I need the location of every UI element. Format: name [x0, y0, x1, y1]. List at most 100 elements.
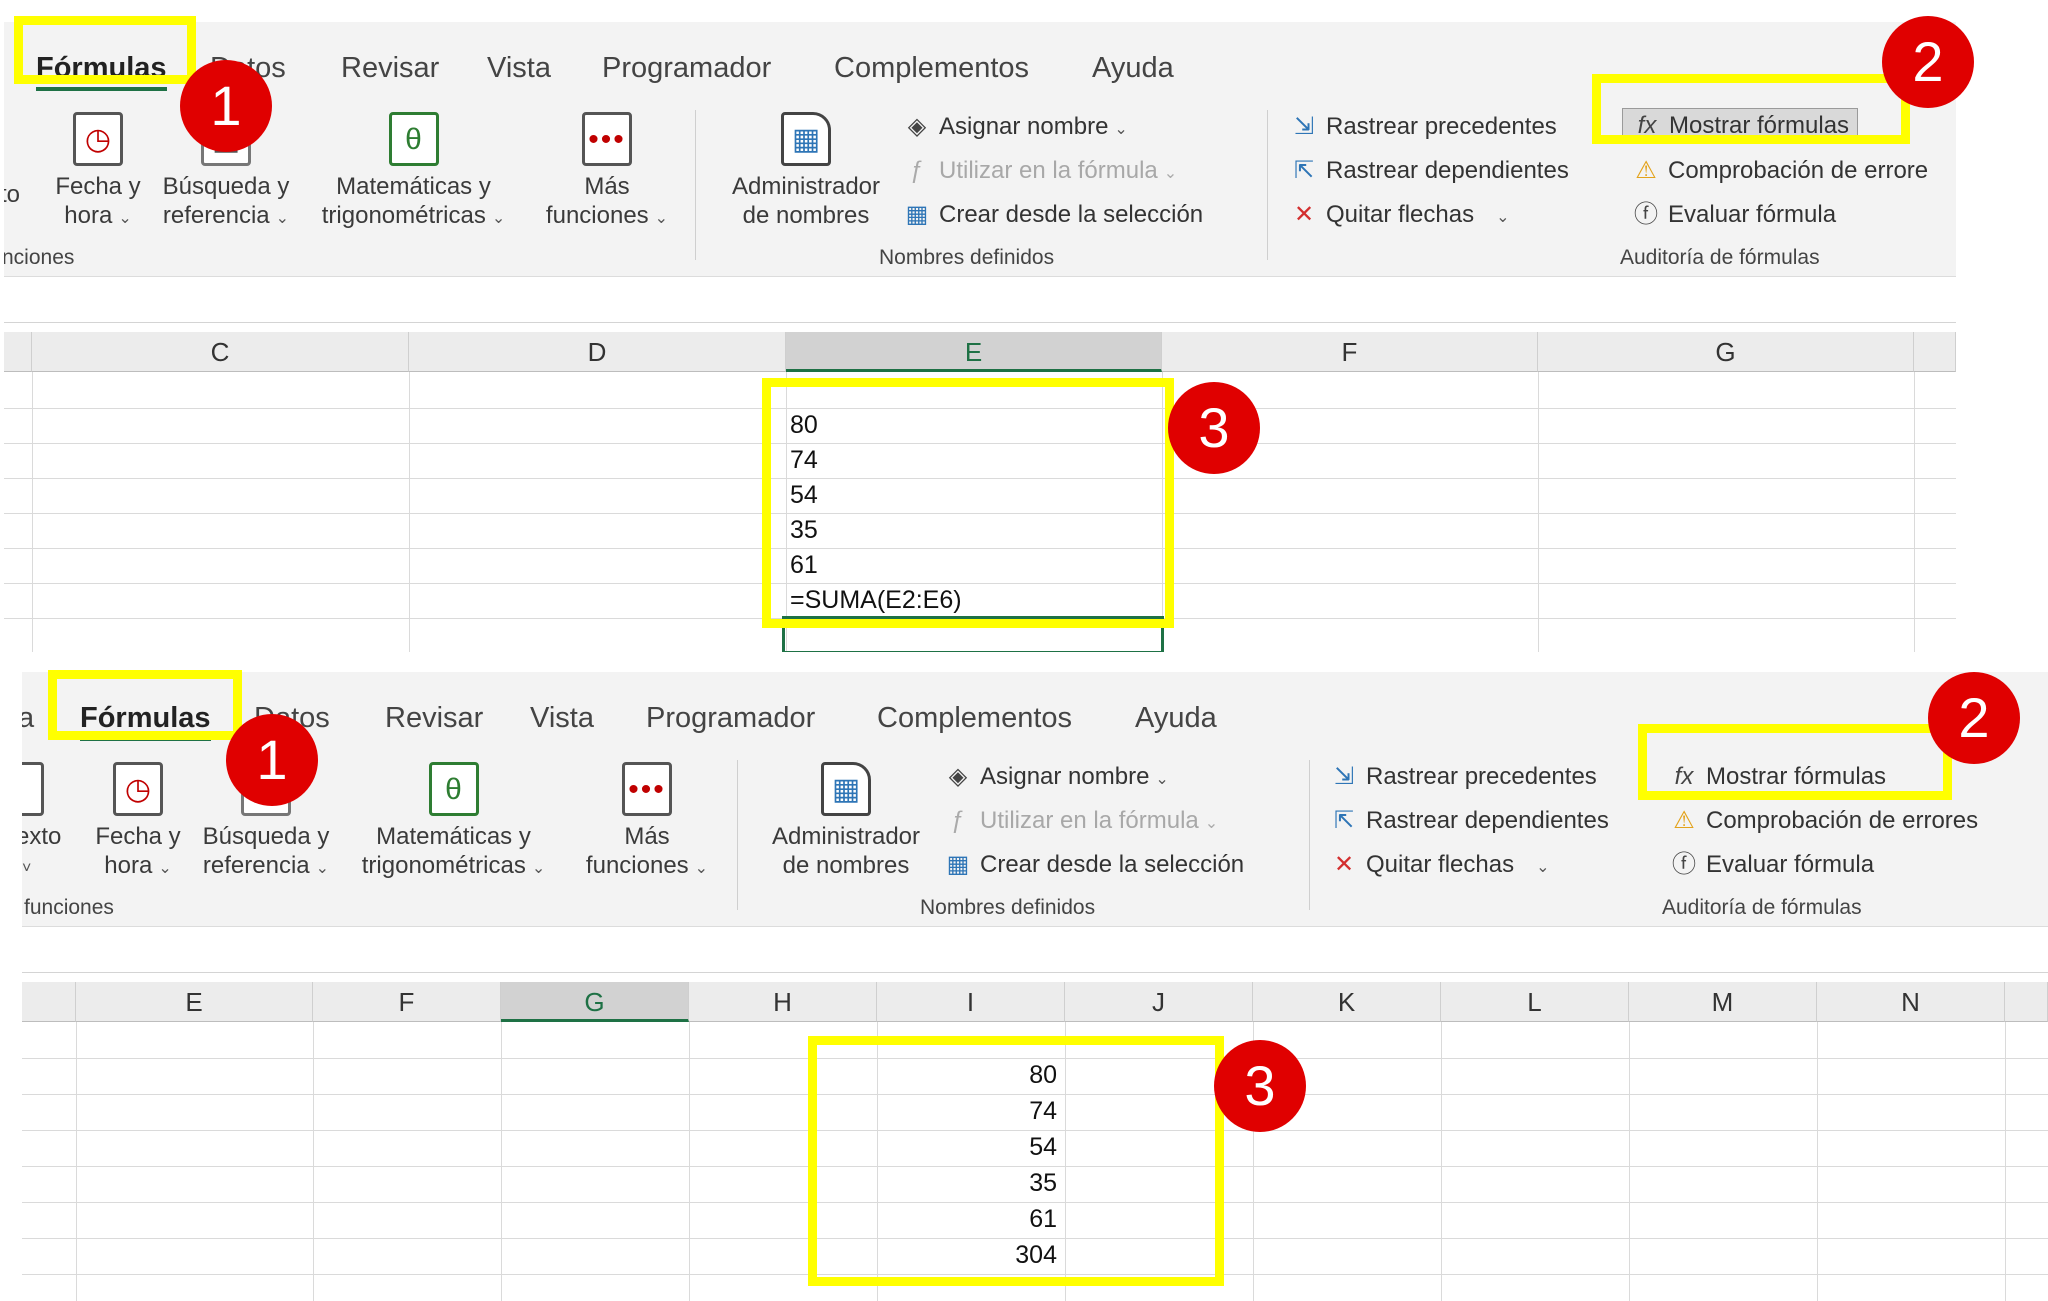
- column-header-partial[interactable]: [4, 332, 32, 372]
- more-functions-icon: •••: [622, 762, 672, 816]
- tag-icon: ◈: [907, 113, 927, 140]
- group-divider: [737, 760, 738, 910]
- text-functions-button-partial[interactable]: A exto˅: [22, 762, 66, 883]
- column-header-m[interactable]: M: [1629, 982, 1817, 1022]
- error-checking-button[interactable]: ⚠ Comprobación de errores: [1668, 806, 1978, 836]
- trace-dependents-button[interactable]: ⇱ Rastrear dependientes: [1288, 156, 1569, 186]
- tag-icon: ◈: [948, 763, 968, 790]
- evaluate-formula-button[interactable]: ⓕ Evaluar fórmula: [1668, 850, 1874, 880]
- highlight-show-formulas-bottom: [1638, 724, 1952, 800]
- create-from-selection-button[interactable]: ▦ Crear desde la selección: [942, 850, 1244, 880]
- error-checking-button[interactable]: ⚠ Comprobación de errore: [1630, 156, 1928, 186]
- group-divider: [1267, 110, 1268, 260]
- step-badge-2-top: 2: [1882, 16, 1974, 108]
- column-header-partial[interactable]: [2005, 982, 2048, 1022]
- highlight-formulas-tab-bottom: [48, 670, 242, 740]
- grid-line: [501, 1022, 502, 1301]
- evaluate-formula-icon: ⓕ: [1634, 201, 1658, 228]
- group-divider: [1309, 760, 1310, 910]
- step-badge-3-top: 3: [1168, 382, 1260, 474]
- more-functions-icon: •••: [582, 112, 632, 166]
- tab-complementos[interactable]: Complementos: [877, 702, 1072, 735]
- step-badge-1-bottom: 1: [226, 714, 318, 806]
- formula-bar-area: [22, 928, 2048, 973]
- remove-arrows-button[interactable]: ✕ Quitar flechas ⌄: [1288, 200, 1510, 233]
- more-functions-button[interactable]: ••• Más funciones ⌄: [572, 762, 722, 883]
- name-manager-icon: ▦: [781, 112, 831, 166]
- tab-complementos[interactable]: Complementos: [834, 52, 1029, 85]
- tab-revisar[interactable]: Revisar: [341, 52, 439, 85]
- tab-vista[interactable]: Vista: [530, 702, 594, 735]
- theta-icon: θ: [388, 112, 439, 166]
- tab-vista[interactable]: Vista: [487, 52, 551, 85]
- evaluate-formula-button[interactable]: ⓕ Evaluar fórmula: [1630, 200, 1836, 230]
- column-header-h[interactable]: H: [689, 982, 877, 1022]
- step-badge-2-bottom: 2: [1928, 672, 2020, 764]
- use-in-formula-button[interactable]: ƒ Utilizar en la fórmula ⌄: [942, 806, 1218, 839]
- column-header-partial[interactable]: [22, 982, 76, 1022]
- table-create-icon: ▦: [905, 201, 929, 228]
- tab-programador[interactable]: Programador: [646, 702, 815, 735]
- grid-line: [313, 1022, 314, 1301]
- column-header-e[interactable]: E: [786, 332, 1162, 372]
- highlight-cells-top: [762, 378, 1174, 628]
- grid-line: [409, 372, 410, 652]
- names-group-label: Nombres definidos: [879, 246, 1055, 269]
- highlight-show-formulas-top: [1592, 74, 1910, 144]
- create-from-selection-button[interactable]: ▦ Crear desde la selección: [901, 200, 1203, 230]
- trace-precedents-button[interactable]: ⇲ Rastrear precedentes: [1328, 762, 1597, 792]
- date-time-button[interactable]: ◷ Fecha y hora ⌄: [88, 762, 188, 883]
- column-header-f[interactable]: F: [313, 982, 501, 1022]
- column-header-j[interactable]: J: [1065, 982, 1253, 1022]
- column-header-partial[interactable]: [1914, 332, 1956, 372]
- functions-group-label: nciones: [4, 246, 75, 269]
- column-header-g[interactable]: G: [1538, 332, 1914, 372]
- column-header-c[interactable]: C: [32, 332, 409, 372]
- evaluate-formula-icon: ⓕ: [1672, 851, 1696, 878]
- date-time-button[interactable]: ◷ Fecha y hora ⌄: [48, 112, 148, 233]
- grid-line: [1441, 1022, 1442, 1301]
- grid-line: [1538, 372, 1539, 652]
- use-in-formula-button[interactable]: ƒ Utilizar en la fórmula ⌄: [901, 156, 1177, 189]
- trace-precedents-button[interactable]: ⇲ Rastrear precedentes: [1288, 112, 1557, 142]
- text-a-icon: A: [22, 762, 44, 816]
- column-header-e[interactable]: E: [76, 982, 313, 1022]
- remove-arrows-button[interactable]: ✕ Quitar flechas ⌄: [1328, 850, 1550, 883]
- trace-dependents-button[interactable]: ⇱ Rastrear dependientes: [1328, 806, 1609, 836]
- highlight-cells-bottom: [808, 1036, 1224, 1286]
- functions-group-label: funciones: [24, 896, 114, 919]
- grid-line: [32, 372, 33, 652]
- column-header-i[interactable]: I: [877, 982, 1065, 1022]
- column-header-g[interactable]: G: [501, 982, 689, 1022]
- theta-icon: θ: [428, 762, 479, 816]
- name-manager-button[interactable]: ▦ Administrador de nombres: [756, 762, 936, 880]
- tab-partial[interactable]: a: [22, 702, 34, 735]
- formula-bar-area: [4, 278, 1956, 323]
- remove-arrows-icon: ✕: [1293, 201, 1315, 228]
- tab-ayuda[interactable]: Ayuda: [1092, 52, 1174, 85]
- column-header-d[interactable]: D: [409, 332, 786, 372]
- define-name-button[interactable]: ◈ Asignar nombre ⌄: [942, 762, 1169, 795]
- column-header-k[interactable]: K: [1253, 982, 1441, 1022]
- audit-group-label: Auditoría de fórmulas: [1662, 896, 1862, 919]
- math-trig-button[interactable]: θ Matemáticas y trigonométricas ⌄: [306, 112, 521, 233]
- fx-tag-icon: ƒ: [910, 157, 924, 184]
- column-header-f[interactable]: F: [1162, 332, 1538, 372]
- name-manager-icon: ▦: [821, 762, 871, 816]
- text-functions-button-partial[interactable]: to: [4, 180, 20, 209]
- column-header-l[interactable]: L: [1441, 982, 1629, 1022]
- name-manager-button[interactable]: ▦ Administrador de nombres: [716, 112, 896, 230]
- trace-precedents-icon: ⇲: [1333, 763, 1355, 790]
- math-trig-button[interactable]: θ Matemáticas y trigonométricas ⌄: [346, 762, 561, 883]
- tab-programador[interactable]: Programador: [602, 52, 771, 85]
- more-functions-button[interactable]: ••• Más funciones ⌄: [532, 112, 682, 233]
- calendar-clock-icon: ◷: [73, 112, 123, 166]
- tab-revisar[interactable]: Revisar: [385, 702, 483, 735]
- fx-tag-icon: ƒ: [951, 807, 965, 834]
- tab-ayuda[interactable]: Ayuda: [1135, 702, 1217, 735]
- grid-line: [1817, 1022, 1818, 1301]
- column-header-n[interactable]: N: [1817, 982, 2005, 1022]
- error-checking-icon: ⚠: [1635, 157, 1657, 184]
- define-name-button[interactable]: ◈ Asignar nombre ⌄: [901, 112, 1128, 145]
- names-group-label: Nombres definidos: [920, 896, 1096, 919]
